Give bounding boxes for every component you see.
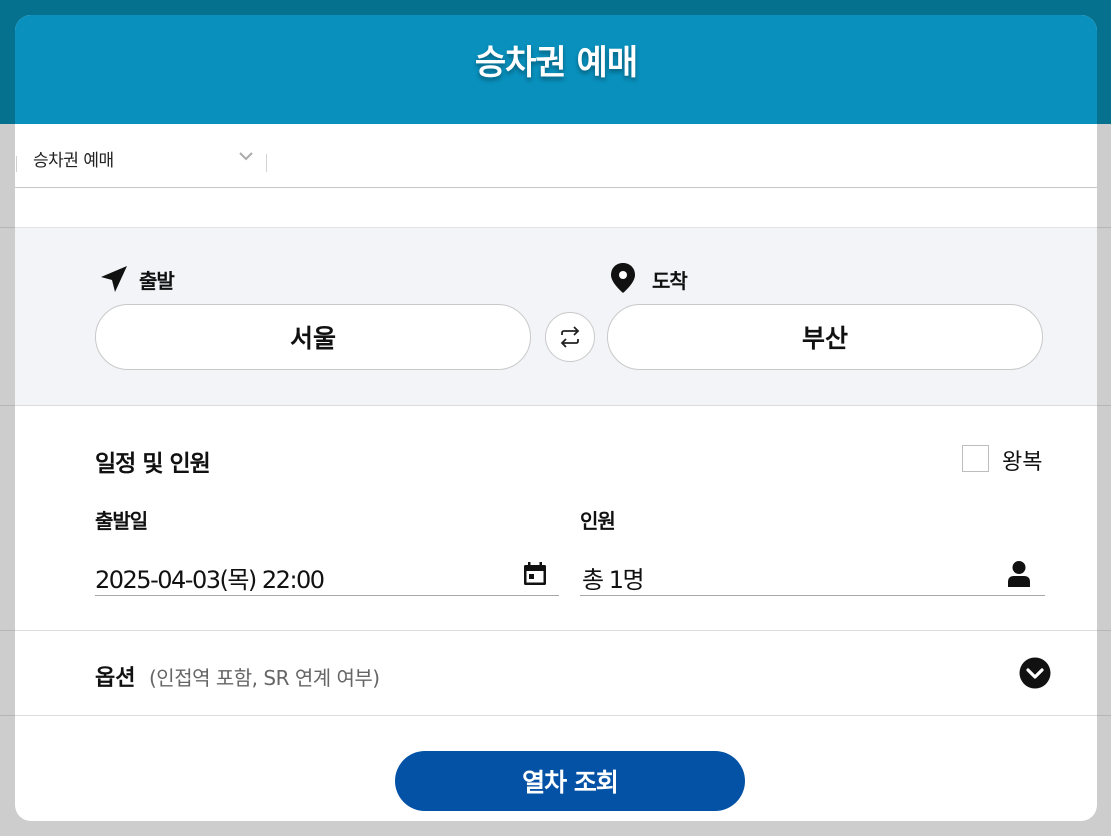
options-title: 옵션 bbox=[95, 666, 136, 691]
swap-stations-button[interactable] bbox=[545, 312, 595, 362]
chevron-down-circle-icon[interactable] bbox=[1019, 657, 1051, 689]
breadcrumb-divider bbox=[16, 156, 17, 172]
date-field[interactable]: 2025-04-03(목) 22:00 bbox=[95, 533, 559, 596]
chevron-down-icon[interactable] bbox=[239, 151, 253, 161]
passengers-label: 인원 bbox=[580, 509, 616, 533]
date-value: 2025-04-03(목) 22:00 bbox=[95, 566, 325, 594]
station-section: 출발 도착 서울 부산 bbox=[15, 228, 1097, 406]
departure-station-button[interactable]: 서울 bbox=[95, 304, 531, 370]
schedule-section: 일정 및 인원 왕복 출발일 2025-04-03(목) 22:00 인원 총 … bbox=[15, 406, 1097, 631]
roundtrip-checkbox[interactable] bbox=[962, 445, 989, 472]
schedule-title: 일정 및 인원 bbox=[95, 451, 211, 477]
breadcrumb-divider bbox=[266, 154, 267, 172]
arrival-label: 도착 bbox=[652, 269, 688, 293]
arrival-station-value: 부산 bbox=[801, 324, 848, 353]
booking-modal: 승차권 예매 승차권 예매 출발 도착 서울 부산 일정 및 인원 왕복 출발일… bbox=[15, 15, 1097, 821]
breadcrumb: 승차권 예매 bbox=[15, 124, 1097, 188]
arrival-station-button[interactable]: 부산 bbox=[607, 304, 1043, 370]
modal-header: 승차권 예매 bbox=[15, 15, 1097, 124]
modal-title: 승차권 예매 bbox=[474, 43, 638, 83]
passengers-field[interactable]: 총 1명 bbox=[580, 533, 1045, 596]
calendar-icon[interactable] bbox=[521, 560, 549, 588]
departure-station-value: 서울 bbox=[289, 324, 336, 353]
swap-arrows-icon bbox=[560, 326, 580, 348]
search-trains-button[interactable]: 열차 조회 bbox=[395, 751, 745, 811]
breadcrumb-select[interactable]: 승차권 예매 bbox=[33, 146, 114, 171]
options-toggle-row[interactable]: 옵션 (인접역 포함, SR 연계 여부) bbox=[15, 631, 1097, 716]
departure-label: 출발 bbox=[139, 269, 175, 293]
navigation-arrow-icon bbox=[101, 266, 127, 292]
date-label: 출발일 bbox=[95, 509, 148, 533]
options-subtitle: (인접역 포함, SR 연계 여부) bbox=[149, 666, 380, 690]
map-pin-icon bbox=[611, 263, 635, 293]
roundtrip-label[interactable]: 왕복 bbox=[1002, 444, 1042, 476]
person-icon[interactable] bbox=[1006, 560, 1032, 588]
passengers-value: 총 1명 bbox=[582, 566, 645, 594]
spacer bbox=[15, 188, 1097, 228]
